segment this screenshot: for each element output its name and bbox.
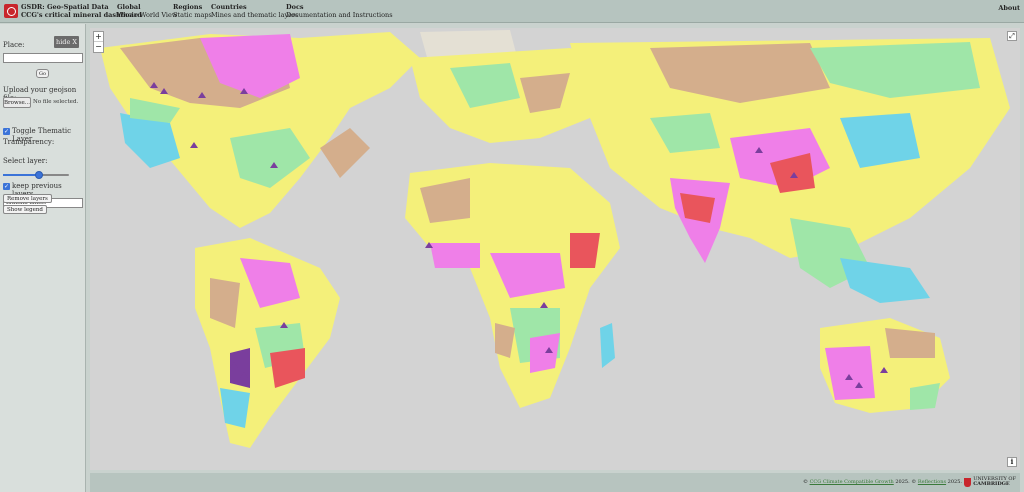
keep-layers-checkbox[interactable]: ✓ [3, 183, 10, 190]
slider-fill [3, 174, 40, 176]
zoom-control: + − [93, 31, 104, 53]
slider-thumb[interactable] [35, 171, 44, 179]
cambridge-logo: UNIVERSITY OF CAMBRIDGE [964, 477, 1016, 487]
browse-button[interactable]: Browse... [3, 97, 31, 108]
zoom-out-button[interactable]: − [94, 42, 103, 52]
remove-layers-button[interactable]: Remove layers [3, 194, 52, 203]
attribution-mid: 2025. © [895, 479, 917, 485]
nav-docs[interactable]: Docs Documentation and Instructions [286, 3, 393, 19]
map-canvas[interactable] [90, 28, 1020, 470]
toggle-thematic-checkbox[interactable]: ✓ [3, 128, 10, 135]
nav-global[interactable]: Global Whole World View [117, 3, 177, 19]
info-button[interactable]: i [1007, 457, 1017, 467]
attribution-prefix: © [802, 479, 808, 485]
attribution-suffix: 2025. [947, 479, 962, 485]
zoom-in-button[interactable]: + [94, 32, 103, 42]
show-legend-button[interactable]: Show legend [3, 205, 47, 214]
no-file-text: No file selected. [33, 99, 79, 105]
cambridge-shield-icon [964, 477, 972, 487]
map-footer: © CCG Climate Compatible Growth 2025. © … [90, 473, 1020, 492]
expand-icon[interactable]: ⤢ [1007, 31, 1017, 41]
world-map[interactable]: + − ⤢ i [90, 28, 1020, 470]
nav-docs-title: Docs [286, 3, 304, 11]
nav-regions[interactable]: Regions Static maps [173, 3, 212, 19]
ccg-link[interactable]: CCG Climate Compatible Growth [810, 479, 894, 485]
transparency-label: Transparency: [3, 138, 55, 146]
reflections-link[interactable]: Reflections [918, 479, 946, 485]
app-logo-icon[interactable] [4, 4, 18, 18]
about-link[interactable]: About [998, 4, 1020, 12]
nav-regions-title: Regions [173, 3, 203, 11]
go-button[interactable]: Go [36, 69, 49, 78]
nav-global-sub: Whole World View [117, 11, 178, 19]
nav-docs-sub: Documentation and Instructions [286, 11, 393, 19]
place-input[interactable] [3, 53, 83, 63]
top-navbar: GSDR: Geo-Spatial Data CCG's critical mi… [0, 0, 1024, 23]
nav-regions-sub: Static maps [173, 11, 212, 19]
nav-global-title: Global [117, 3, 141, 11]
select-layer-label: Select layer: [3, 157, 48, 165]
hide-sidebar-button[interactable]: hide X [54, 36, 79, 48]
transparency-slider[interactable] [3, 171, 69, 179]
sidebar: Place: hide X Go Upload your geojson fil… [0, 24, 86, 492]
uni-line2: CAMBRIDGE [973, 481, 1010, 487]
place-label: Place: [3, 41, 25, 49]
attribution: © CCG Climate Compatible Growth 2025. © … [803, 479, 962, 485]
